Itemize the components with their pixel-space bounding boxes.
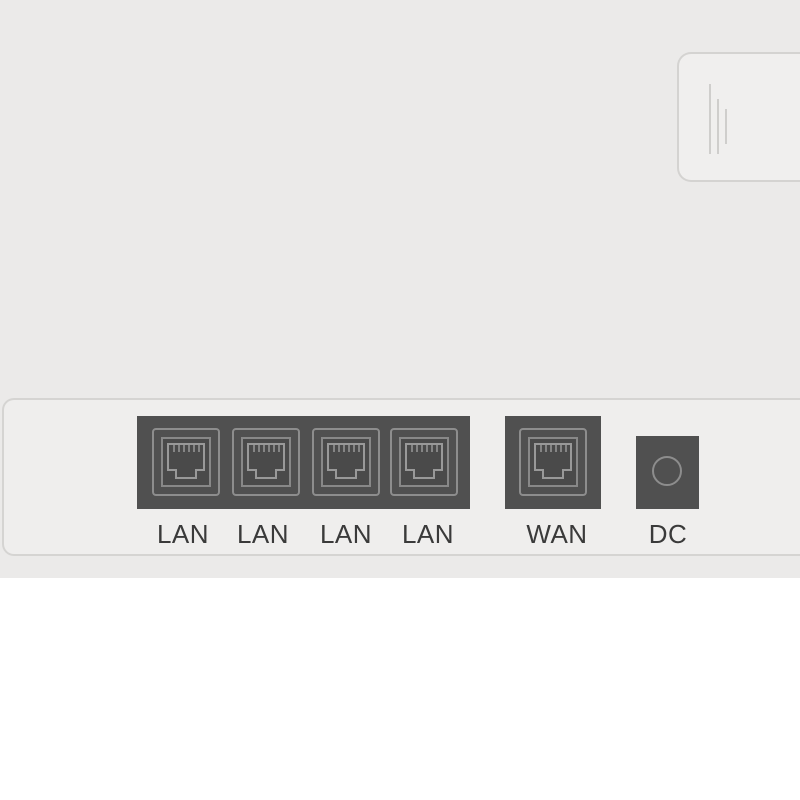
wan-port-block: [505, 416, 601, 509]
lan-1-label: LAN: [156, 519, 210, 549]
rj45-port-icon: [241, 437, 291, 487]
dc-power-jack-icon: [652, 456, 682, 486]
wan-label: WAN: [526, 519, 588, 549]
side-antenna-cover: [677, 52, 800, 182]
wan-port[interactable]: [519, 428, 587, 496]
lan-4-label: LAN: [401, 519, 455, 549]
dc-label: DC: [648, 519, 688, 549]
dc-power-jack[interactable]: [636, 436, 699, 509]
vent-slot-icon: [717, 99, 719, 154]
lan-port-2[interactable]: [232, 428, 300, 496]
lan-3-label: LAN: [319, 519, 373, 549]
rj45-port-icon: [399, 437, 449, 487]
vent-slot-icon: [725, 109, 727, 144]
lan-port-1[interactable]: [152, 428, 220, 496]
rj45-port-icon: [528, 437, 578, 487]
rj45-port-icon: [161, 437, 211, 487]
lan-port-3[interactable]: [312, 428, 380, 496]
lan-2-label: LAN: [236, 519, 290, 549]
vent-slot-icon: [709, 84, 711, 154]
lan-port-4[interactable]: [390, 428, 458, 496]
rj45-port-icon: [321, 437, 371, 487]
lan-port-block: [137, 416, 470, 509]
